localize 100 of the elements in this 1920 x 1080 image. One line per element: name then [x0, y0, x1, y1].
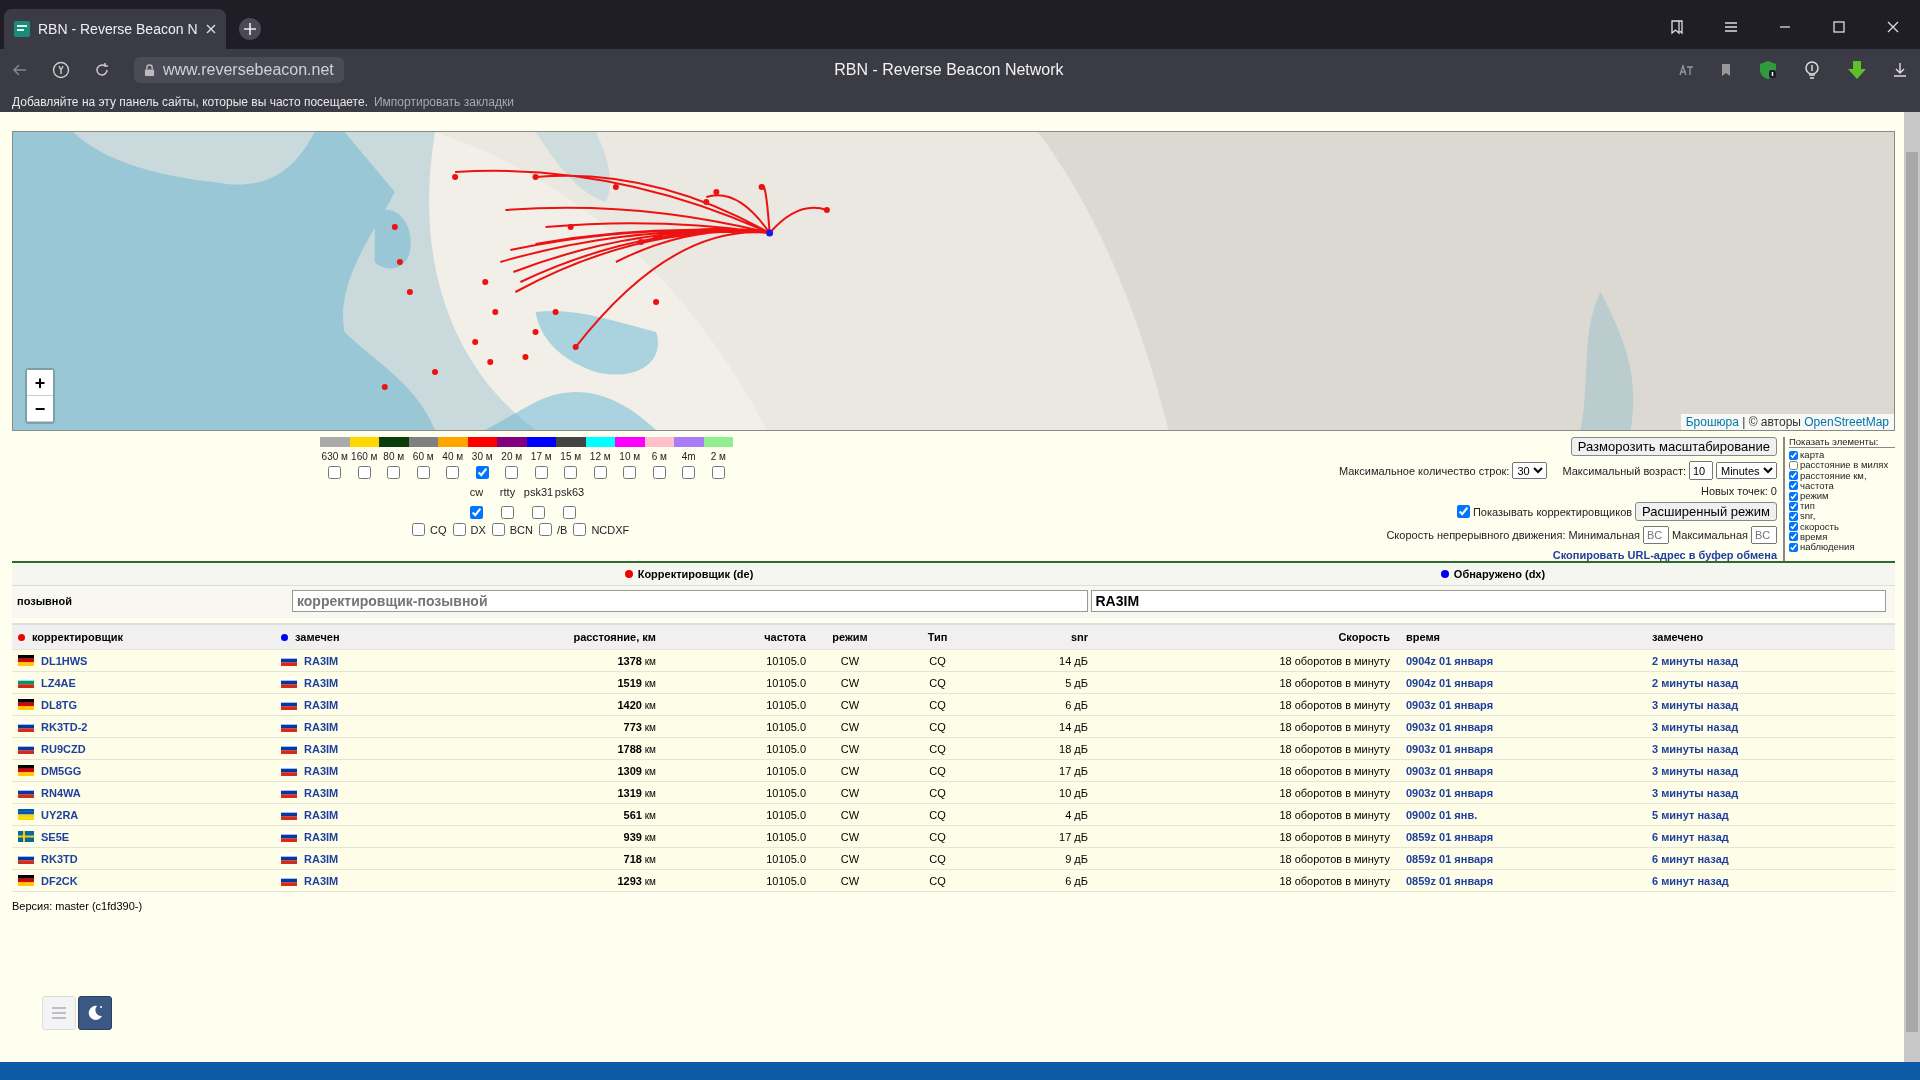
seen-ago-link[interactable]: 2 минуты назад [1652, 676, 1739, 689]
seen-ago-link[interactable]: 3 минуты назад [1652, 764, 1739, 777]
address-field[interactable]: www.reversebeacon.net [134, 57, 344, 83]
spotted-callsign-link[interactable]: RA3IM [304, 874, 339, 887]
import-bookmarks-link[interactable]: Импортировать закладки [373, 94, 514, 109]
spotter-callsign-link[interactable]: RN4WA [41, 786, 81, 799]
copy-url-link[interactable]: Скопировать URL-адрес в буфер обмена [1552, 549, 1777, 561]
close-icon[interactable] [205, 24, 216, 34]
band-checkbox[interactable] [357, 466, 371, 479]
time-link[interactable]: 0903z 01 января [1406, 742, 1494, 755]
browser-tab[interactable]: RBN - Reverse Beacon N [4, 9, 226, 49]
min-speed-field[interactable]: BC [1643, 526, 1670, 544]
show-element-checkbox[interactable] [1789, 501, 1798, 511]
type-checkbox[interactable] [491, 523, 505, 536]
spotter-callsign-link[interactable]: DL1HWS [41, 654, 88, 667]
seen-ago-link[interactable]: 6 минут назад [1652, 852, 1729, 865]
mode-checkbox[interactable] [501, 506, 514, 519]
unfreeze-zoom-button[interactable]: Разморозить масштабирование [1570, 437, 1777, 456]
time-link[interactable]: 0900z 01 янв. [1406, 808, 1478, 821]
spotted-callsign-link[interactable]: RA3IM [304, 742, 339, 755]
spotter-callsign-link[interactable]: DM5GG [41, 764, 82, 777]
time-link[interactable]: 0904z 01 января [1406, 676, 1494, 689]
reload-icon[interactable] [94, 62, 110, 78]
band-checkbox[interactable] [505, 466, 519, 479]
time-link[interactable]: 0904z 01 января [1406, 654, 1494, 667]
seen-ago-link[interactable]: 3 минуты назад [1652, 698, 1739, 711]
close-icon[interactable] [1885, 19, 1901, 35]
spotted-callsign-link[interactable]: RA3IM [304, 698, 339, 711]
openstreetmap-link[interactable]: OpenStreetMap [1804, 415, 1889, 429]
map[interactable]: + − Брошюра | © авторы OpenStreetMap [12, 131, 1895, 431]
band-checkbox[interactable] [593, 466, 607, 479]
band-checkbox[interactable] [564, 466, 578, 479]
band-checkbox[interactable] [328, 466, 342, 479]
spotter-callsign-link[interactable]: DL8TG [41, 698, 78, 711]
download-icon[interactable] [1892, 62, 1908, 78]
band-checkbox[interactable] [534, 466, 548, 479]
type-checkbox[interactable] [412, 523, 425, 536]
spotter-callsign-link[interactable]: RK3TD-2 [41, 720, 88, 733]
seen-ago-link[interactable]: 5 минут назад [1652, 808, 1729, 821]
time-link[interactable]: 0859z 01 января [1406, 874, 1494, 887]
show-element-checkbox[interactable] [1789, 512, 1798, 521]
spotted-callsign-link[interactable]: RA3IM [304, 808, 339, 821]
time-link[interactable]: 0903z 01 января [1406, 698, 1494, 711]
time-link[interactable]: 0903z 01 января [1406, 786, 1494, 799]
band-checkbox[interactable] [416, 466, 430, 479]
type-checkbox[interactable] [452, 523, 466, 536]
max-speed-field[interactable]: BC [1751, 526, 1777, 544]
scrollbar[interactable] [1904, 112, 1920, 1062]
night-mode-button[interactable] [78, 996, 112, 1030]
shield-icon[interactable] [1758, 60, 1778, 80]
type-checkbox[interactable] [539, 523, 552, 536]
spotted-callsign-link[interactable]: RA3IM [304, 830, 339, 843]
spotter-callsign-link[interactable]: SE5E [41, 830, 70, 843]
show-element-checkbox[interactable] [1789, 522, 1798, 532]
seen-ago-link[interactable]: 3 минуты назад [1652, 786, 1739, 799]
spotter-callsign-link[interactable]: RU9CZD [41, 742, 86, 755]
translate-icon[interactable] [1678, 62, 1694, 78]
type-checkbox[interactable] [573, 523, 587, 536]
spotted-callsign-link[interactable]: RA3IM [304, 786, 339, 799]
show-element-checkbox[interactable] [1789, 481, 1798, 491]
seen-ago-link[interactable]: 3 минуты назад [1652, 720, 1739, 733]
zoom-out-button[interactable]: − [27, 396, 53, 422]
seen-ago-link[interactable]: 3 минуты назад [1652, 742, 1739, 755]
spotter-callsign-link[interactable]: DF2CK [41, 874, 78, 887]
age-unit-select[interactable]: Minutes [1716, 462, 1777, 479]
advanced-mode-button[interactable]: Расширенный режим [1635, 502, 1777, 521]
menu-icon[interactable] [1723, 19, 1739, 35]
show-element-checkbox[interactable] [1789, 532, 1798, 542]
band-checkbox[interactable] [475, 466, 489, 479]
band-checkbox[interactable] [682, 466, 696, 479]
time-link[interactable]: 0859z 01 января [1406, 852, 1494, 865]
show-element-checkbox[interactable] [1789, 471, 1798, 481]
zoom-in-button[interactable]: + [27, 370, 53, 396]
show-element-checkbox[interactable] [1789, 542, 1798, 552]
seen-ago-link[interactable]: 2 минуты назад [1652, 654, 1739, 667]
band-checkbox[interactable] [711, 466, 725, 479]
spotted-callsign-link[interactable]: RA3IM [304, 654, 339, 667]
show-spotters-checkbox[interactable] [1456, 505, 1470, 518]
spotted-callsign-link[interactable]: RA3IM [304, 852, 339, 865]
show-element-checkbox[interactable] [1789, 491, 1798, 501]
spotted-callsign-link[interactable]: RA3IM [304, 764, 339, 777]
time-link[interactable]: 0903z 01 января [1406, 720, 1494, 733]
leaflet-link[interactable]: Брошюра [1685, 415, 1739, 429]
band-checkbox[interactable] [623, 466, 637, 479]
back-icon[interactable] [12, 62, 28, 78]
show-element-checkbox[interactable] [1789, 461, 1798, 470]
spotted-callsign-link[interactable]: RA3IM [304, 676, 339, 689]
bookmarks-list-icon[interactable] [1669, 19, 1685, 35]
time-link[interactable]: 0903z 01 января [1406, 764, 1494, 777]
band-checkbox[interactable] [652, 466, 666, 479]
mode-checkbox[interactable] [532, 506, 545, 519]
download-arrow-icon[interactable] [1846, 60, 1868, 80]
mode-checkbox[interactable] [470, 506, 483, 519]
new-tab-icon[interactable] [237, 17, 262, 41]
mode-checkbox[interactable] [563, 506, 576, 519]
spotted-callsign-link[interactable]: RA3IM [304, 720, 339, 733]
time-link[interactable]: 0859z 01 января [1406, 830, 1494, 843]
band-checkbox[interactable] [446, 466, 460, 479]
seen-ago-link[interactable]: 6 минут назад [1652, 874, 1729, 887]
show-element-checkbox[interactable] [1789, 450, 1798, 460]
